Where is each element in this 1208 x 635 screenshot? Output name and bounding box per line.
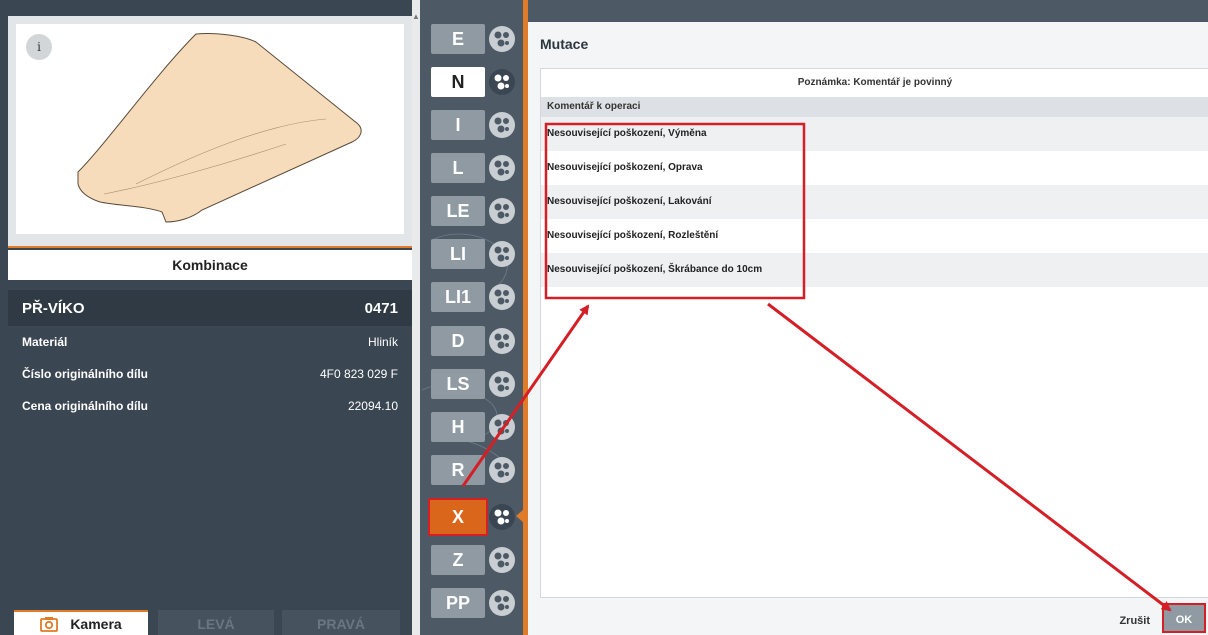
comment-list-panel: Poznámka: Komentář je povinný Komentář k… (540, 68, 1208, 598)
operation-code-button[interactable]: LE (431, 196, 485, 226)
part-details: Materiál Hliník Číslo originálního dílu … (8, 326, 412, 606)
operation-code-button[interactable]: H (431, 412, 485, 442)
operation-code-button-active[interactable]: N (431, 67, 485, 97)
comment-option[interactable]: Nesouvisející poškození, Lakování (541, 185, 1208, 219)
operation-code-button[interactable]: D (431, 326, 485, 356)
selection-pointer-icon (516, 509, 524, 523)
parts-icon[interactable] (489, 371, 515, 397)
operation-code-button[interactable]: R (431, 455, 485, 485)
operation-code-button[interactable]: L (431, 153, 485, 183)
ok-button[interactable]: OK (1162, 603, 1206, 633)
accent-bar (8, 246, 412, 248)
part-header: PŘ-VÍKO 0471 (8, 290, 412, 326)
view-buttons: Kamera LEVÁ PRAVÁ (8, 610, 412, 635)
camera-button[interactable]: Kamera (14, 610, 148, 635)
parts-icon[interactable] (489, 155, 515, 181)
part-image-card: i (8, 16, 412, 248)
dialog-top-strip (528, 0, 1208, 22)
operation-code-button[interactable]: I (431, 110, 485, 140)
strip-scrollbar[interactable] (412, 0, 420, 635)
cancel-button[interactable]: Zrušit (1119, 615, 1150, 627)
detail-label: Materiál (22, 335, 68, 349)
comment-option[interactable]: Nesouvisející poškození, Oprava (541, 151, 1208, 185)
operation-row-li: LI (431, 239, 519, 269)
parts-icon[interactable] (489, 284, 515, 310)
parts-icon[interactable] (489, 241, 515, 267)
detail-row-part-number: Číslo originálního dílu 4F0 823 029 F (8, 358, 412, 390)
parts-icon[interactable] (489, 112, 515, 138)
parts-icon[interactable] (489, 547, 515, 573)
detail-value: Hliník (367, 335, 398, 349)
operation-row-r: R (431, 455, 519, 485)
detail-value: 4F0 823 029 F (319, 367, 398, 381)
operation-row-e: E (431, 24, 519, 54)
operation-row-li1: LI1 (431, 282, 519, 312)
parts-icon[interactable] (489, 457, 515, 483)
operation-row-x: X (428, 498, 519, 536)
comment-option[interactable]: Nesouvisející poškození, Výměna (541, 117, 1208, 151)
detail-label: Cena originálního dílu (22, 399, 148, 413)
mutation-dialog: Mutace Poznámka: Komentář je povinný Kom… (528, 22, 1208, 635)
operation-code-button[interactable]: LS (431, 369, 485, 399)
operation-row-pp: PP (431, 588, 519, 618)
part-image: i (16, 24, 404, 234)
operation-code-button[interactable]: Z (431, 545, 485, 575)
operation-code-button[interactable]: LI (431, 239, 485, 269)
parts-icon[interactable] (489, 414, 515, 440)
detail-row-material: Materiál Hliník (8, 326, 412, 358)
detail-value: 22094.10 (347, 399, 398, 413)
parts-icon[interactable] (489, 26, 515, 52)
operation-code-button[interactable]: PP (431, 588, 485, 618)
operation-row-z: Z (431, 545, 519, 575)
part-name: PŘ-VÍKO (22, 299, 85, 317)
parts-icon[interactable] (489, 504, 515, 530)
info-button[interactable]: i (26, 34, 52, 60)
operation-row-i: I (431, 110, 519, 140)
left-side-button[interactable]: LEVÁ (158, 610, 274, 635)
parts-icon[interactable] (489, 69, 515, 95)
operation-code-button-selected[interactable]: X (428, 498, 488, 536)
comment-list-header: Komentář k operaci (541, 97, 1208, 117)
comment-option[interactable]: Nesouvisející poškození, Rozleštění (541, 219, 1208, 253)
combination-tab[interactable]: Kombinace (8, 250, 412, 280)
part-info-panel: i Kombinace PŘ-VÍKO 0471 Materiál Hliník… (0, 0, 412, 635)
detail-label: Číslo originálního dílu (22, 367, 148, 381)
detail-row-price: Cena originálního dílu 22094.10 (8, 390, 412, 422)
parts-icon[interactable] (489, 590, 515, 616)
operation-row-le: LE (431, 196, 519, 226)
parts-icon[interactable] (489, 198, 515, 224)
operation-row-ls: LS (431, 369, 519, 399)
camera-label: Kamera (70, 615, 122, 632)
operation-row-h: H (431, 412, 519, 442)
comment-option[interactable]: Nesouvisející poškození, Škrábance do 10… (541, 253, 1208, 287)
right-side-button[interactable]: PRAVÁ (282, 610, 400, 635)
operation-row-d: D (431, 326, 519, 356)
operation-row-n: N (431, 67, 519, 97)
comment-required-note: Poznámka: Komentář je povinný (797, 77, 953, 88)
camera-icon (40, 616, 59, 632)
part-code: 0471 (364, 299, 398, 317)
operation-code-button[interactable]: LI1 (431, 282, 485, 312)
operation-row-l: L (431, 153, 519, 183)
dialog-title: Mutace (540, 36, 589, 52)
parts-icon[interactable] (489, 328, 515, 354)
scroll-up-icon[interactable]: ▲ (412, 12, 420, 22)
hood-illustration (77, 33, 362, 223)
operation-code-button[interactable]: E (431, 24, 485, 54)
dialog-footer: Zrušit OK (528, 601, 1208, 635)
